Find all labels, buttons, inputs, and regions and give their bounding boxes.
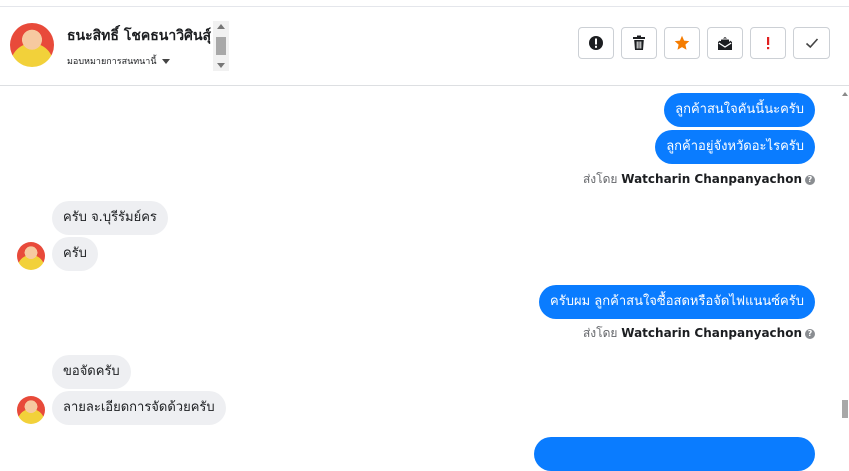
sent-by-prefix: ส่งโดย	[582, 326, 618, 340]
assign-label: มอบหมายการสนทนานี้	[67, 57, 157, 67]
contact-avatar-small	[17, 242, 45, 270]
conversation-header: ธนะสิทธิ์ โชคธนาวิศินสุ์ มอบหมายการสนทนา…	[0, 7, 849, 86]
message-bubble-incoming[interactable]: ขอจัดครับ	[52, 355, 131, 389]
star-icon	[674, 35, 690, 50]
top-border	[0, 0, 849, 7]
sent-by-label: ส่งโดย Watcharin Chanpanyachon?	[583, 324, 815, 343]
name-scrollbar[interactable]	[213, 21, 229, 71]
contact-name[interactable]: ธนะสิทธิ์ โชคธนาวิศินสุ์	[67, 25, 215, 47]
message-thread[interactable]: ลูกค้าสนใจคันนี้นะครับ ลูกค้าอยู่จังหวัด…	[0, 86, 849, 471]
follow-up-button[interactable]	[750, 27, 786, 59]
scroll-down-icon[interactable]	[217, 63, 225, 68]
message-bubble-incoming[interactable]: ลายละเอียดการจัดด้วยครับ	[52, 391, 226, 425]
message-bubble-incoming[interactable]: ครับ	[52, 237, 98, 271]
message-bubble-outgoing-partial[interactable]	[534, 437, 815, 471]
message-bubble-outgoing[interactable]: ลูกค้าสนใจคันนี้นะครับ	[664, 93, 815, 127]
message-bubble-outgoing[interactable]: ครับผม ลูกค้าสนใจซื้อสดหรือจัดไฟแนนซ์ครั…	[539, 285, 815, 319]
help-question-icon[interactable]: ?	[805, 328, 815, 339]
sent-by-agent[interactable]: Watcharin Chanpanyachon	[621, 326, 802, 340]
delete-button[interactable]	[621, 27, 657, 59]
scroll-up-icon[interactable]	[217, 24, 225, 29]
report-spam-button[interactable]	[578, 27, 614, 59]
star-button[interactable]	[664, 27, 700, 59]
exclamation-icon	[767, 37, 770, 50]
thread-scrollbar[interactable]	[842, 86, 849, 442]
contact-avatar-small	[17, 396, 45, 424]
scroll-up-icon[interactable]	[842, 92, 848, 96]
mark-done-button[interactable]	[793, 27, 830, 59]
sent-by-agent[interactable]: Watcharin Chanpanyachon	[621, 172, 802, 186]
scroll-thumb[interactable]	[842, 400, 848, 418]
checkmark-icon	[805, 38, 818, 49]
assign-conversation-dropdown[interactable]: มอบหมายการสนทนานี้	[67, 54, 170, 68]
scroll-thumb[interactable]	[216, 37, 226, 55]
message-bubble-outgoing[interactable]: ลูกค้าอยู่จังหวัดอะไรครับ	[655, 130, 815, 164]
caret-down-icon	[161, 59, 170, 64]
exclamation-circle-icon	[589, 36, 603, 50]
contact-avatar[interactable]	[10, 23, 54, 67]
envelope-open-icon	[718, 37, 732, 50]
sent-by-prefix: ส่งโดย	[582, 172, 618, 186]
message-bubble-incoming[interactable]: ครับ จ.บุรีรัมย์คร	[52, 201, 168, 235]
trash-icon	[633, 35, 645, 50]
help-question-icon[interactable]: ?	[805, 174, 815, 185]
mark-unread-button[interactable]	[707, 27, 743, 59]
sent-by-label: ส่งโดย Watcharin Chanpanyachon?	[583, 170, 815, 189]
